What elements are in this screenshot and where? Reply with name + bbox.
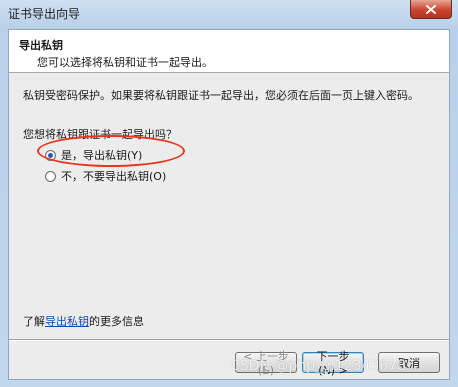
learn-more-line: 了解导出私钥的更多信息 (23, 313, 144, 329)
wizard-window: 证书导出向导 导出私钥 您可以选择将私钥和证书一起导出。 私钥受密码保护。如果要… (0, 0, 458, 387)
radio-label-no[interactable]: 不，不要导出私钥(O) (61, 168, 166, 184)
close-button[interactable] (410, 0, 452, 19)
wizard-header: 导出私钥 您可以选择将私钥和证书一起导出。 (9, 30, 449, 73)
title-bar[interactable]: 证书导出向导 (0, 0, 458, 26)
close-icon (426, 4, 436, 14)
watermark: CSDN @php_gl12345678 (230, 358, 407, 374)
page-subtitle: 您可以选择将私钥和证书一起导出。 (37, 56, 213, 69)
footer-divider (9, 339, 449, 341)
learn-more-prefix: 了解 (23, 315, 45, 328)
annotation-ellipse (37, 135, 185, 167)
radio-button[interactable] (45, 170, 56, 182)
learn-more-link[interactable]: 导出私钥 (45, 315, 89, 328)
window-title: 证书导出向导 (8, 7, 81, 21)
radio-export-no[interactable]: 不，不要导出私钥(O) (45, 168, 166, 184)
page-title: 导出私钥 (19, 39, 63, 52)
wizard-client-area: 导出私钥 您可以选择将私钥和证书一起导出。 私钥受密码保护。如果要将私钥跟证书一… (8, 29, 450, 380)
description-text: 私钥受密码保护。如果要将私钥跟证书一起导出，您必须在后面一页上键入密码。 (23, 89, 419, 102)
learn-more-suffix: 的更多信息 (89, 315, 144, 328)
